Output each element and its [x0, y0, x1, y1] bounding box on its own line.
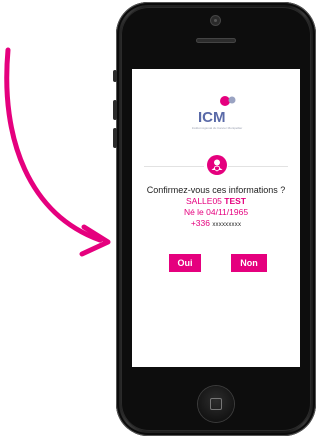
logo-text: ICM	[198, 109, 226, 126]
phone-masked: xxxxxxxxx	[212, 222, 242, 228]
mute-switch	[113, 70, 117, 82]
phone-frame: ICM Institut régional du Cancer Montpell…	[113, 2, 316, 436]
phone-prefix: +336	[190, 218, 210, 228]
confirmation-question: Confirmez-vous ces informations ?	[146, 185, 286, 195]
patient-phone: +336 xxxxxxxxx	[132, 218, 300, 231]
no-button[interactable]: Non	[231, 254, 267, 272]
phone-screen: ICM Institut régional du Cancer Montpell…	[132, 69, 300, 367]
patient-first-name: SALLE05	[185, 196, 222, 206]
earpiece-speaker	[196, 38, 236, 43]
divider-right	[228, 166, 288, 167]
yes-button[interactable]: Oui	[169, 254, 201, 272]
logo-subtitle: Institut régional du Cancer Montpellier	[191, 126, 243, 130]
divider-left	[144, 166, 204, 167]
user-shield-icon	[207, 155, 227, 175]
home-button[interactable]	[198, 386, 234, 422]
icm-logo: ICM	[198, 96, 236, 126]
volume-up-button	[113, 100, 117, 120]
patient-last-name: TEST	[224, 196, 247, 206]
stage: ICM Institut régional du Cancer Montpell…	[0, 0, 321, 439]
patient-birth-date: Né le 04/11/1965	[183, 207, 249, 217]
front-camera	[211, 16, 220, 25]
confirmation-block: Confirmez-vous ces informations ? SALLE0…	[132, 184, 300, 231]
patient-name: SALLE05 TEST	[132, 196, 300, 207]
volume-down-button	[113, 128, 117, 148]
